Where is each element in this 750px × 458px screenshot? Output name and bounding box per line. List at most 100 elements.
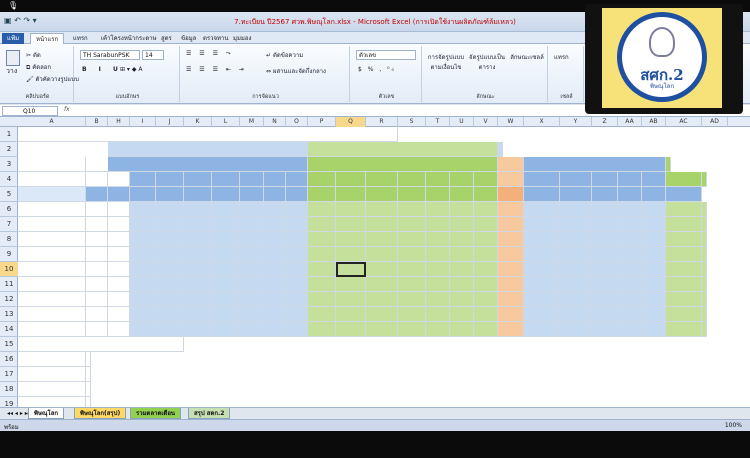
row-header-13[interactable]: 13 (0, 307, 18, 322)
row-header-18[interactable]: 18 (0, 382, 18, 397)
quick-access-icons[interactable]: ▣ ↶ ↷ ▾ (4, 16, 37, 25)
name-box[interactable]: Q10 (2, 106, 58, 116)
cut-button[interactable]: ✂ ตัด (26, 50, 41, 60)
column-header-I[interactable]: I (130, 117, 156, 127)
row-header-17[interactable]: 17 (0, 367, 18, 382)
column-header-B[interactable]: B (86, 117, 108, 127)
bold-italic-underline-buttons[interactable]: B I U (82, 66, 123, 73)
row-header-3[interactable]: 3 (0, 157, 18, 172)
tab-3[interactable]: เค้าโครงหน้ากระดาษ (96, 33, 162, 44)
column-header-P[interactable]: P (308, 117, 336, 127)
align-buttons[interactable]: ☰ ☰ ☰ ⤳ (186, 50, 234, 58)
column-header-X[interactable]: X (524, 117, 560, 127)
tab-1[interactable]: หน้าแรก (30, 33, 65, 44)
district-name (18, 292, 86, 307)
column-header-Z[interactable]: Z (592, 117, 618, 127)
insert-button[interactable]: แทรก (554, 52, 569, 62)
row-header-4[interactable]: 4 (0, 172, 18, 187)
column-header-L[interactable]: L (212, 117, 240, 127)
row-header-16[interactable]: 16 (0, 352, 18, 367)
tab-2[interactable]: แทรก (68, 33, 93, 44)
cell-grid[interactable] (18, 127, 750, 407)
column-header-K[interactable]: K (184, 117, 212, 127)
column-header-N[interactable]: N (264, 117, 286, 127)
column-header-AC[interactable]: AC (666, 117, 702, 127)
row-header-6[interactable]: 6 (0, 202, 18, 217)
data-cell (524, 307, 560, 322)
sheet-tab-2[interactable]: รวมตลาดเดือน (130, 408, 182, 419)
column-header-W[interactable]: W (498, 117, 524, 127)
column-header-V[interactable]: V (474, 117, 498, 127)
data-cell (592, 187, 618, 202)
data-cell (450, 322, 474, 337)
column-header-AA[interactable]: AA (618, 117, 642, 127)
border-icon[interactable]: ⊞ ▾ ◆ A (120, 66, 142, 73)
column-header-J[interactable]: J (156, 117, 184, 127)
row-header-19[interactable]: 19 (0, 397, 18, 407)
header-document (498, 157, 524, 172)
row-header-10[interactable]: 10 (0, 262, 18, 277)
row-header-12[interactable]: 12 (0, 292, 18, 307)
column-header-Q[interactable]: Q (336, 117, 366, 127)
paste-button[interactable]: วาง (6, 50, 22, 77)
wrap-text-button[interactable]: ↵ ตัดข้อความ (266, 50, 303, 60)
copy-button[interactable]: ⧉ คัดลอก (26, 62, 51, 72)
row-header-2[interactable]: 2 (0, 142, 18, 157)
font-size-select[interactable]: 14 (142, 50, 164, 60)
row-header-11[interactable]: 11 (0, 277, 18, 292)
fx-icon[interactable]: fx (64, 106, 70, 113)
seal-icon (649, 27, 675, 57)
spreadsheet-grid[interactable]: A B H I J K L M N O P Q R S T U V W X Y Z AA AB AC AD 1234567891… (0, 117, 750, 407)
data-cell (286, 232, 308, 247)
column-header-O[interactable]: O (286, 117, 308, 127)
data-cell (426, 292, 450, 307)
column-header-M[interactable]: M (240, 117, 264, 127)
row-header-14[interactable]: 14 (0, 322, 18, 337)
data-cell (108, 232, 130, 247)
data-cell (474, 217, 498, 232)
align-horizontal-buttons[interactable]: ☰ ☰ ☰ ⇤ ⇥ (186, 66, 247, 73)
number-format-select[interactable]: ตัวเลข (356, 50, 416, 60)
column-header-T[interactable]: T (426, 117, 450, 127)
data-cell (286, 247, 308, 262)
data-cell (184, 247, 212, 262)
row-header-15[interactable]: 15 (0, 337, 18, 352)
conditional-format-button[interactable]: การจัดรูปแบบตามเงื่อนไข (426, 52, 466, 72)
tab-0[interactable]: แฟ้ม (2, 33, 25, 44)
row-header-8[interactable]: 8 (0, 232, 18, 247)
row-header-5[interactable]: 5 (0, 187, 18, 202)
data-cell (450, 217, 474, 232)
column-header-U[interactable]: U (450, 117, 474, 127)
sheet-tab-0[interactable]: พิษณุโลก (28, 408, 65, 419)
header-meeting-2 (666, 157, 671, 172)
format-table-button[interactable]: จัดรูปแบบเป็นตาราง (468, 52, 506, 72)
cell-styles-button[interactable]: ลักษณะเซลล์ (510, 52, 544, 62)
data-cell (130, 307, 156, 322)
column-header-R[interactable]: R (366, 117, 398, 127)
data-cell (560, 247, 592, 262)
row-header-1[interactable]: 1 (0, 127, 18, 142)
font-name-select[interactable]: TH SarabunPSK (80, 50, 140, 60)
sheet-tab-1[interactable]: พิษณุโลก(สรุป) (74, 408, 127, 419)
mic-muted-icon[interactable]: 🎙 (8, 1, 18, 11)
column-header-AD[interactable]: AD (702, 117, 728, 127)
data-cell (212, 277, 240, 292)
column-header-AB[interactable]: AB (642, 117, 666, 127)
merge-center-button[interactable]: ⇔ ผสานและจัดกึ่งกลาง (266, 66, 326, 76)
district-name (18, 262, 86, 277)
row-header-7[interactable]: 7 (0, 217, 18, 232)
zoom-level[interactable]: 100% (725, 422, 742, 429)
column-header-A[interactable]: A (18, 117, 86, 127)
data-cell (474, 292, 498, 307)
column-header-Y[interactable]: Y (560, 117, 592, 127)
number-buttons[interactable]: $ % , ⁰₀ (358, 66, 396, 73)
sheet-tab-3[interactable]: สรุป สดก.2 (188, 408, 231, 419)
format-painter-button[interactable]: 🖌 ตัวคัดวางรูปแบบ (26, 74, 79, 84)
row-header-9[interactable]: 9 (0, 247, 18, 262)
column-label (212, 172, 240, 187)
tab-7[interactable]: มุมมอง (228, 33, 256, 44)
column-header-S[interactable]: S (398, 117, 426, 127)
column-header-H[interactable]: H (108, 117, 130, 127)
column-label (592, 172, 618, 187)
tab-4[interactable]: สูตร (156, 33, 177, 44)
